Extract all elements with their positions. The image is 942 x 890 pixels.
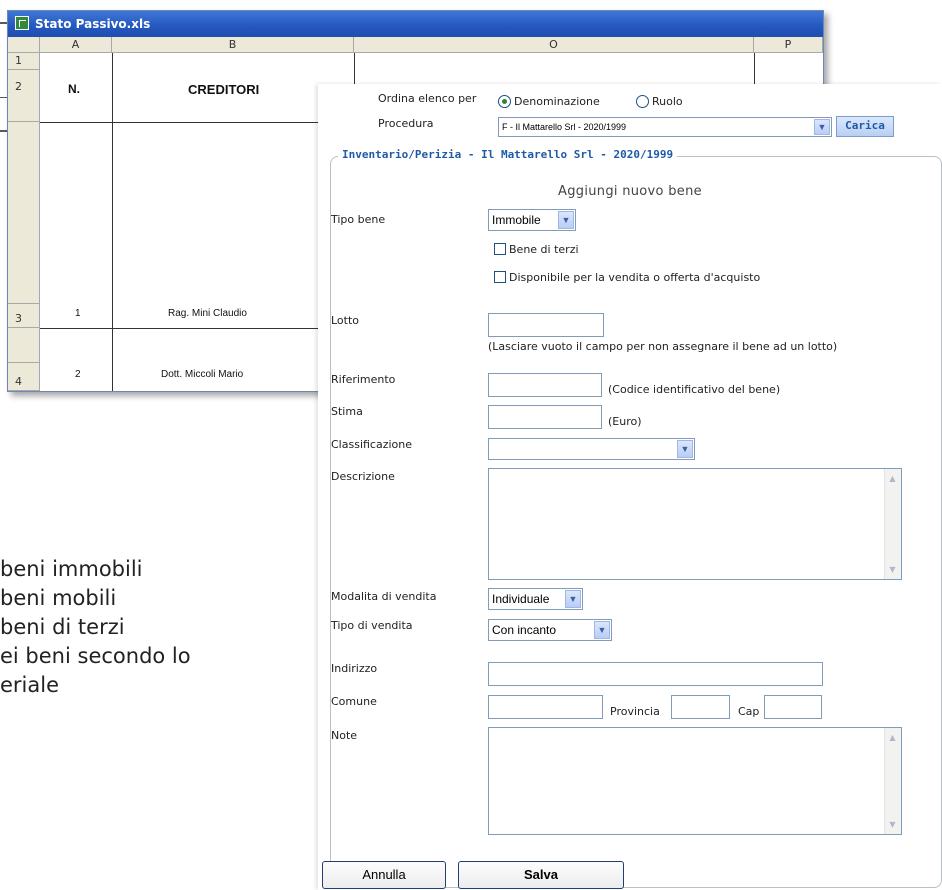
classificazione-label: Classificazione (331, 438, 413, 451)
excel-row-header-blank (8, 328, 40, 363)
annulla-button[interactable]: Annulla (322, 861, 446, 889)
note-scrollbar[interactable]: ▲ ▼ (884, 728, 901, 834)
excel-title-bar[interactable]: Stato Passivo.xls (8, 11, 823, 37)
note-label: Note (331, 729, 358, 742)
excel-corner-cell[interactable] (8, 37, 40, 53)
radio-ruolo-label[interactable]: Ruolo (652, 95, 683, 108)
scroll-up-icon[interactable]: ▲ (887, 473, 898, 484)
excel-col-header-a[interactable]: A (40, 37, 112, 53)
excel-row-header-3[interactable]: 3 (8, 304, 40, 328)
note-textarea[interactable]: ▲ ▼ (488, 727, 902, 835)
chevron-down-icon[interactable]: ▼ (677, 440, 693, 458)
comune-input[interactable] (488, 695, 603, 719)
slide-bullet-list: beni immobili beni mobili beni di terzi … (0, 555, 191, 700)
modalita-value: Individuale (492, 592, 550, 606)
descrizione-scrollbar[interactable]: ▲ ▼ (884, 469, 901, 579)
tipo-bene-label: Tipo bene (331, 213, 386, 226)
disponibile-label[interactable]: Disponibile per la vendita o offerta d'a… (509, 271, 760, 284)
chevron-down-icon[interactable]: ▼ (814, 119, 830, 135)
riferimento-input[interactable] (488, 373, 602, 397)
classificazione-select[interactable]: ▼ (488, 438, 695, 460)
salva-button[interactable]: Salva (458, 861, 624, 889)
excel-header-n[interactable]: N. (68, 82, 80, 96)
excel-cell-n[interactable]: 1 (75, 308, 81, 319)
modalita-label: Modalita di vendita (331, 590, 437, 603)
stima-label: Stima (331, 405, 363, 418)
tipo-vendita-label: Tipo di vendita (331, 619, 413, 632)
excel-cell-creditore[interactable]: Dott. Miccoli Mario (161, 369, 243, 380)
descrizione-label: Descrizione (331, 470, 395, 483)
tipo-vendita-value: Con incanto (492, 623, 557, 637)
excel-cell-n[interactable]: 2 (75, 369, 81, 380)
provincia-input[interactable] (671, 695, 730, 719)
slide-bullet: beni immobili (0, 557, 143, 581)
excel-gridline (112, 53, 113, 391)
scroll-down-icon[interactable]: ▼ (887, 564, 898, 575)
form-panel: Ordina elenco per Denominazione Ruolo Pr… (318, 84, 942, 890)
slide-bullet: ei beni secondo lo (0, 644, 191, 668)
excel-window-title: Stato Passivo.xls (35, 17, 151, 31)
chevron-down-icon[interactable]: ▼ (594, 621, 610, 639)
tipo-bene-select[interactable]: Immobile ▼ (488, 209, 576, 231)
radio-ruolo[interactable] (636, 95, 649, 108)
slide-bullet: beni di terzi (0, 615, 125, 639)
cap-input[interactable] (764, 695, 822, 719)
comune-label: Comune (331, 695, 377, 708)
lotto-input[interactable] (488, 313, 604, 337)
descrizione-textarea[interactable]: ▲ ▼ (488, 468, 902, 580)
excel-row-header-1[interactable]: 1 (8, 53, 40, 70)
slide-bullet: eriale (0, 673, 60, 697)
indirizzo-label: Indirizzo (331, 662, 378, 675)
form-subtitle: Aggiungi nuovo bene (558, 184, 702, 199)
excel-header-creditori[interactable]: CREDITORI (188, 82, 259, 97)
stima-input[interactable] (488, 405, 602, 429)
indirizzo-input[interactable] (488, 662, 823, 686)
chevron-down-icon[interactable]: ▼ (558, 211, 574, 229)
bene-terzi-checkbox[interactable] (494, 243, 506, 255)
procedura-select-value: F - Il Mattarello Srl - 2020/1999 (502, 122, 627, 132)
excel-col-header-b[interactable]: B (112, 37, 354, 53)
disponibile-checkbox[interactable] (494, 271, 506, 283)
lotto-label: Lotto (331, 314, 360, 327)
cap-label: Cap (738, 705, 760, 718)
chevron-down-icon[interactable]: ▼ (565, 590, 581, 608)
tipo-vendita-select[interactable]: Con incanto ▼ (488, 619, 612, 641)
excel-cell-creditore[interactable]: Rag. Mini Claudio (168, 308, 247, 319)
lotto-hint: (Lasciare vuoto il campo per non assegna… (488, 340, 838, 353)
riferimento-hint: (Codice identificativo del bene) (608, 383, 781, 396)
excel-gridline (40, 122, 354, 123)
slide-bullet: beni mobili (0, 586, 117, 610)
fieldset-legend: Inventario/Perizia - Il Mattarello Srl -… (338, 148, 678, 161)
procedura-label: Procedura (378, 117, 434, 130)
excel-col-header-p[interactable]: P (754, 37, 823, 53)
procedura-select[interactable]: F - Il Mattarello Srl - 2020/1999 ▼ (498, 117, 832, 137)
excel-file-icon (15, 16, 29, 30)
tipo-bene-value: Immobile (492, 213, 541, 227)
carica-button[interactable]: Carica (836, 116, 894, 137)
modalita-select[interactable]: Individuale ▼ (488, 588, 583, 610)
radio-denominazione[interactable] (498, 95, 511, 108)
riferimento-label: Riferimento (331, 373, 396, 386)
excel-row-header-2[interactable]: 2 (8, 70, 40, 122)
bene-terzi-label[interactable]: Bene di terzi (509, 243, 579, 256)
provincia-label: Provincia (610, 705, 660, 718)
stima-hint: (Euro) (608, 415, 642, 428)
radio-denominazione-label[interactable]: Denominazione (514, 95, 600, 108)
ordina-label: Ordina elenco per (378, 92, 477, 105)
excel-row-header-blank (8, 122, 40, 304)
scroll-up-icon[interactable]: ▲ (887, 732, 898, 743)
excel-gridline (40, 328, 354, 329)
excel-row-header-4[interactable]: 4 (8, 363, 40, 391)
scroll-down-icon[interactable]: ▼ (887, 819, 898, 830)
excel-col-header-o[interactable]: O (354, 37, 754, 53)
